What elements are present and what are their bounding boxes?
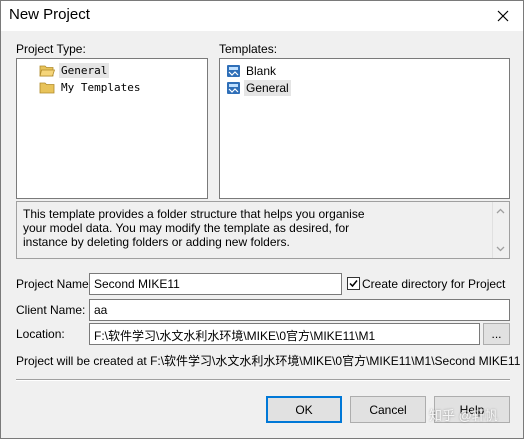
create-directory-label[interactable]: Create directory for Project — [362, 277, 505, 291]
watermark: 知乎 @轩帆 — [429, 408, 498, 423]
tree-item-general[interactable]: General — [39, 63, 110, 78]
client-name-label: Client Name: — [16, 303, 86, 317]
checkmark-icon — [349, 280, 358, 288]
create-directory-checkbox[interactable] — [347, 277, 360, 290]
title-bar: New Project — [1, 1, 523, 31]
project-type-label: Project Type: — [16, 42, 86, 56]
divider — [16, 379, 510, 381]
templates-label: Templates: — [219, 42, 278, 56]
template-item-blank[interactable]: Blank — [226, 63, 278, 79]
scroll-down-icon[interactable] — [493, 243, 508, 255]
tree-item-my-templates[interactable]: My Templates — [39, 80, 142, 95]
new-project-dialog: New Project Project Type: General My Tem… — [0, 0, 524, 439]
template-item-general[interactable]: General — [226, 80, 291, 96]
location-label: Location: — [16, 327, 65, 341]
template-item-label: General — [244, 80, 291, 96]
description-text: This template provides a folder structur… — [23, 207, 365, 249]
tree-item-label: My Templates — [61, 81, 141, 94]
cancel-button[interactable]: Cancel — [350, 396, 426, 423]
ok-button[interactable]: OK — [266, 396, 342, 423]
template-description: This template provides a folder structur… — [16, 201, 510, 259]
close-button[interactable] — [483, 1, 523, 31]
browse-button[interactable]: ... — [483, 323, 510, 345]
templates-list[interactable]: Blank General — [219, 58, 510, 199]
project-name-input[interactable]: Second MIKE11 — [89, 273, 342, 295]
client-name-input[interactable]: aa — [89, 299, 510, 321]
template-item-label: Blank — [246, 64, 277, 78]
project-type-tree[interactable]: General My Templates — [16, 58, 208, 199]
location-input[interactable]: F:\软件学习\水文水利水环境\MIKE\0官方\MIKE11\M1 — [89, 323, 480, 345]
tree-item-label: General — [59, 63, 110, 78]
folder-open-icon — [39, 65, 55, 76]
window-title: New Project — [9, 6, 90, 23]
folder-icon — [39, 82, 55, 93]
description-scrollbar[interactable] — [492, 202, 509, 258]
project-path-preview: Project will be created at F:\软件学习\水文水利水… — [16, 354, 521, 368]
template-icon — [227, 65, 240, 77]
project-name-label: Project Name: — [16, 277, 93, 291]
scroll-up-icon[interactable] — [493, 205, 508, 217]
close-icon — [497, 10, 509, 22]
template-icon — [227, 82, 240, 94]
